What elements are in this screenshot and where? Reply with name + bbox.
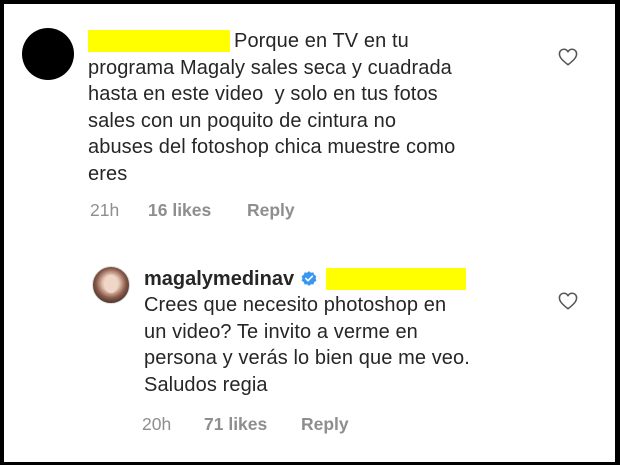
redacted-mention <box>326 268 467 290</box>
comment-line: persona y verás lo bien que me veo. <box>144 347 470 369</box>
avatar[interactable] <box>22 28 74 80</box>
comment-time: 20h <box>142 414 172 434</box>
comment-line: un video? Te invito a verme en <box>144 320 418 343</box>
comment-time: 21h <box>90 200 120 220</box>
comment-line: programa Magaly sales seca y cuadrada <box>88 56 452 79</box>
avatar-face <box>104 275 118 293</box>
avatar[interactable] <box>92 266 130 304</box>
comment-line: Porque en TV en tu <box>234 30 409 52</box>
heart-outline-icon[interactable] <box>558 292 578 310</box>
username[interactable]: magalymedinav <box>144 268 294 290</box>
comments-panel: Porque en TV en tu programa Magaly sales… <box>4 4 615 462</box>
likes-count[interactable]: 71 likes <box>204 414 301 435</box>
comment-line: Crees que necesito photoshop en <box>144 294 447 316</box>
verified-badge-icon <box>301 271 317 286</box>
comment-meta: 21h 16 likes Reply <box>90 200 295 221</box>
reply-meta: 20h 71 likes Reply <box>142 414 349 435</box>
likes-count[interactable]: 16 likes <box>148 200 247 221</box>
heart-outline-icon[interactable] <box>558 48 578 66</box>
reply-button[interactable]: Reply <box>247 200 295 221</box>
redacted-username <box>88 30 230 52</box>
comment-line: hasta en este video y solo en tus fotos <box>88 83 438 105</box>
reply-text: Crees que necesito photoshop en un video… <box>144 292 544 398</box>
reply-button[interactable]: Reply <box>301 414 349 435</box>
reply-header: magalymedinav <box>144 266 467 292</box>
comment-line: abuses del fotoshop chica muestre como <box>88 136 456 158</box>
comment-line: Saludos regia <box>144 373 268 396</box>
comment-text: Porque en TV en tu programa Magaly sales… <box>88 28 548 187</box>
comment-line: eres <box>88 162 128 185</box>
comment-line: sales con un poquito de cintura no <box>88 109 397 132</box>
